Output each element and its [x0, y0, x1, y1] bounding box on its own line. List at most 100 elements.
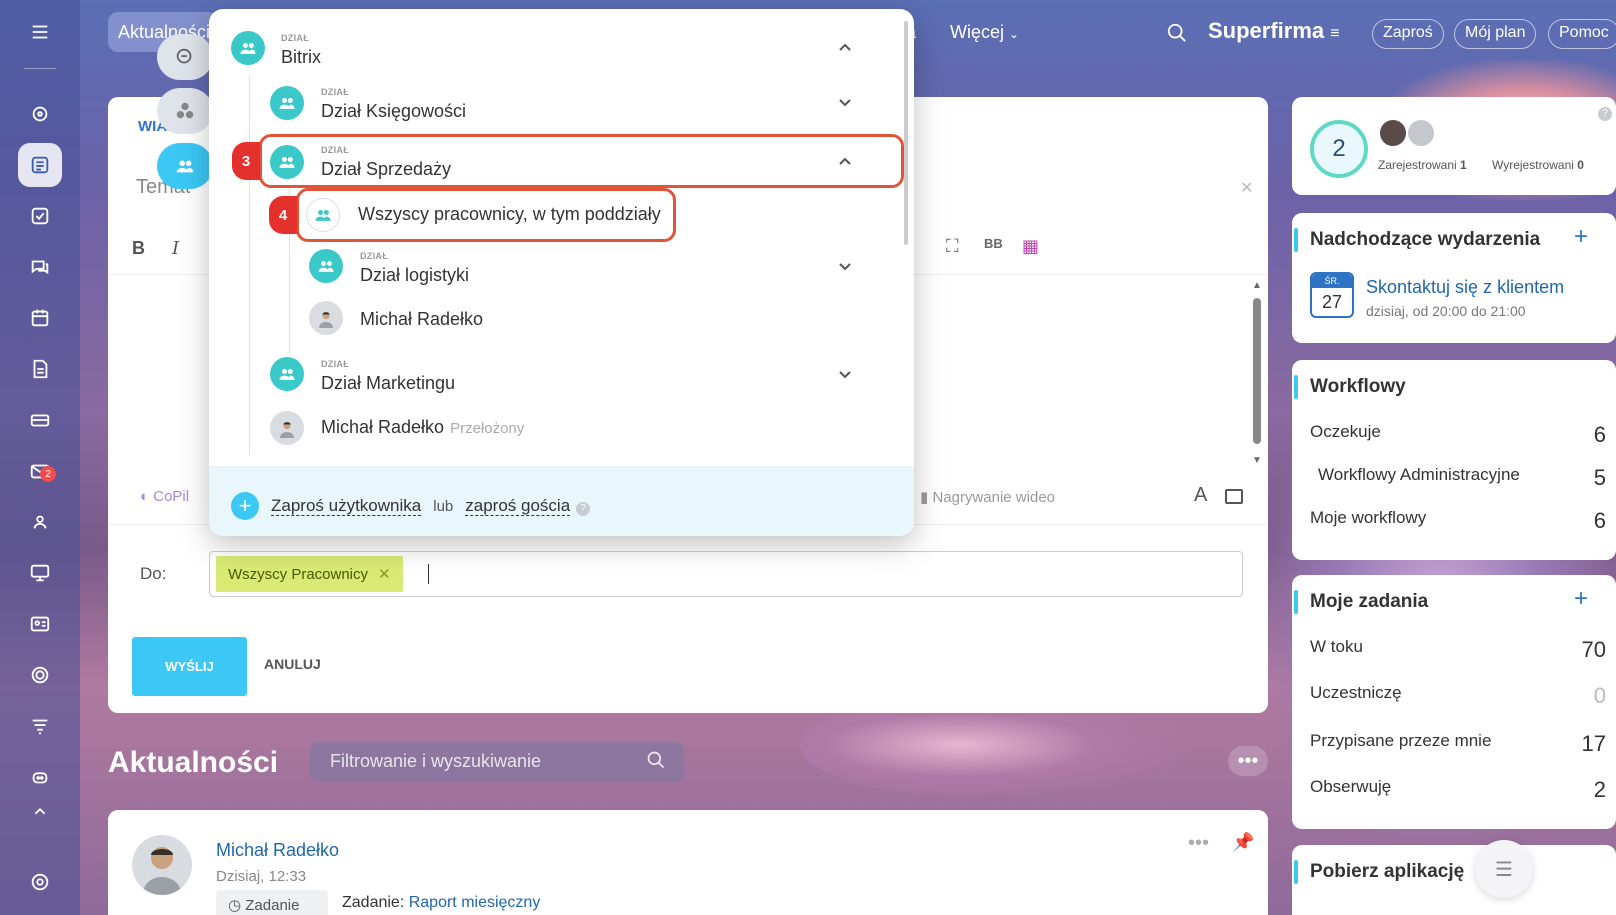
event-title[interactable]: Skontaktuj się z klientem	[1366, 277, 1564, 298]
post-author[interactable]: Michał Radełko	[216, 840, 339, 861]
layout-icon[interactable]	[1225, 489, 1243, 504]
chevron-up-icon[interactable]	[837, 39, 853, 55]
italic-button[interactable]: I	[172, 238, 179, 259]
editor-scrollbar[interactable]	[1253, 298, 1261, 444]
send-button[interactable]: WYŚLIJ	[132, 637, 247, 696]
dept-item-bitrix[interactable]: DZIAŁ Bitrix	[209, 9, 909, 75]
cancel-button[interactable]: ANULUJ	[264, 656, 321, 672]
item-name: Michał Radełko	[321, 417, 445, 437]
invite-button[interactable]: Zaproś	[1372, 19, 1444, 49]
tasks-icon[interactable]	[18, 194, 62, 238]
avatar[interactable]	[1378, 118, 1408, 148]
row-label: Workflowy Administracyjne	[1318, 465, 1520, 484]
events-title: Nadchodzące wydarzenia	[1293, 228, 1541, 252]
user-item-michal-radelko[interactable]: Michał Radełko	[209, 295, 909, 341]
settings-icon[interactable]	[18, 860, 62, 904]
calendar-icon[interactable]	[18, 296, 62, 340]
item-kind: DZIAŁ	[321, 87, 349, 97]
search-chat-icon[interactable]	[157, 34, 213, 80]
department-icon	[309, 249, 343, 283]
department-icon	[270, 145, 304, 179]
departments-icon[interactable]	[157, 143, 213, 189]
user-item-michal-radelko-manager[interactable]: Michał Radełko Przełożony	[209, 405, 909, 451]
chat-icon[interactable]	[18, 245, 62, 289]
list-item[interactable]: Workflowy Administracyjne 5	[1318, 465, 1606, 491]
add-event-icon[interactable]: +	[1574, 223, 1588, 251]
help-button[interactable]: Pomoc	[1548, 19, 1616, 49]
record-video-button[interactable]: ▮ Nagrywanie wideo	[920, 488, 1055, 506]
bbcode-label: BB	[984, 236, 1003, 251]
pin-icon[interactable]: 📌	[1232, 832, 1254, 853]
scroll-down-icon[interactable]: ▼	[1252, 455, 1262, 466]
row-label: W toku	[1310, 637, 1363, 656]
ai-image-icon[interactable]: ▦	[1022, 236, 1039, 257]
list-item[interactable]: Oczekuje 6	[1310, 422, 1606, 448]
dept-item-marketingu[interactable]: DZIAŁ Dział Marketingu	[209, 349, 909, 403]
item-role: Przełożony	[450, 420, 525, 437]
divider	[24, 68, 56, 69]
list-menu-icon[interactable]: ☰	[1475, 840, 1533, 898]
task-link[interactable]: Raport miesięczny	[409, 894, 541, 911]
help-icon[interactable]: ?	[1598, 107, 1612, 121]
fullscreen-icon[interactable]: ⛶	[946, 236, 959, 257]
filter-stack-icon[interactable]	[18, 704, 62, 748]
company-brand[interactable]: Superfirma ≡	[1208, 18, 1340, 44]
help-icon[interactable]: ?	[576, 502, 591, 516]
goals-icon[interactable]	[18, 653, 62, 697]
list-item[interactable]: Moje workflowy 6	[1310, 508, 1606, 534]
chevron-down-icon[interactable]	[837, 259, 853, 275]
bbcode-button[interactable]: BB	[984, 236, 1003, 251]
item-name: Michał Radełko	[360, 309, 484, 329]
row-label: Uczestniczę	[1310, 683, 1402, 702]
item-name: Dział logistyki	[360, 265, 470, 285]
copilot-icon[interactable]	[18, 92, 62, 136]
list-item[interactable]: W toku 70	[1310, 637, 1606, 663]
chevron-up-icon[interactable]	[837, 153, 853, 169]
brand-name: Superfirma	[1208, 18, 1325, 43]
avatar[interactable]	[1406, 118, 1436, 148]
post-more-icon[interactable]: •••	[1188, 832, 1209, 855]
dept-item-logistyki[interactable]: DZIAŁ Dział logistyki	[209, 239, 909, 293]
news-more-button[interactable]: •••	[1228, 746, 1268, 776]
documents-icon[interactable]	[18, 347, 62, 391]
invite-user-link[interactable]: Zaproś użytkownika	[271, 496, 422, 516]
chevron-up-icon[interactable]	[18, 800, 62, 822]
remove-icon[interactable]: ✕	[378, 566, 391, 583]
drive-icon[interactable]	[18, 398, 62, 442]
board-icon[interactable]	[18, 551, 62, 595]
add-task-icon[interactable]: +	[1574, 585, 1588, 613]
chevron-down-icon[interactable]	[837, 367, 853, 383]
recipient-chip[interactable]: Wszyscy Pracownicy ✕	[216, 556, 403, 592]
scroll-up-icon[interactable]: ▲	[1252, 280, 1262, 291]
menu-icon[interactable]	[18, 10, 62, 54]
all-employees-option[interactable]: Wszyscy pracownicy, w tym poddziały	[298, 190, 674, 240]
dept-item-sprzedazy[interactable]: DZIAŁ Dział Sprzedaży	[261, 135, 901, 187]
contacts-icon[interactable]	[18, 602, 62, 646]
list-item[interactable]: Uczestniczę 0	[1310, 683, 1606, 709]
list-item[interactable]: Przypisane przeze mnie 17	[1310, 731, 1606, 757]
news-title: Aktualności	[108, 746, 279, 779]
search-icon[interactable]	[1166, 22, 1188, 49]
item-kind: DZIAŁ	[321, 145, 349, 155]
feed-icon[interactable]	[18, 143, 62, 187]
text-format-button[interactable]: A	[1194, 484, 1207, 507]
invite-guest-link[interactable]: zaproś gościa	[465, 496, 571, 516]
copilot-button[interactable]: ◐ CoPil	[140, 488, 189, 505]
item-kind: DZIAŁ	[281, 33, 309, 43]
filter-search-input[interactable]: Filtrowanie i wyszukiwanie	[310, 742, 684, 782]
close-icon[interactable]: ✕	[1240, 178, 1253, 198]
list-item[interactable]: Obserwuję 2	[1310, 777, 1606, 803]
my-plan-button[interactable]: Mój plan	[1454, 19, 1537, 49]
employees-icon[interactable]	[18, 500, 62, 544]
chevron-down-icon[interactable]	[837, 95, 853, 111]
row-label: Oczekuje	[1310, 422, 1381, 441]
add-user-icon[interactable]: +	[231, 492, 259, 520]
structure-icon[interactable]	[157, 88, 213, 134]
robot-icon[interactable]	[18, 755, 62, 799]
more-menu[interactable]: Więcej ⌄	[950, 22, 1019, 43]
clock-icon: ◷	[228, 897, 242, 914]
attendance-count[interactable]: 2	[1310, 120, 1368, 178]
bold-button[interactable]: B	[132, 238, 145, 259]
avatar[interactable]	[132, 835, 192, 895]
dept-item-ksiegowosci[interactable]: DZIAŁ Dział Księgowości	[209, 75, 909, 129]
